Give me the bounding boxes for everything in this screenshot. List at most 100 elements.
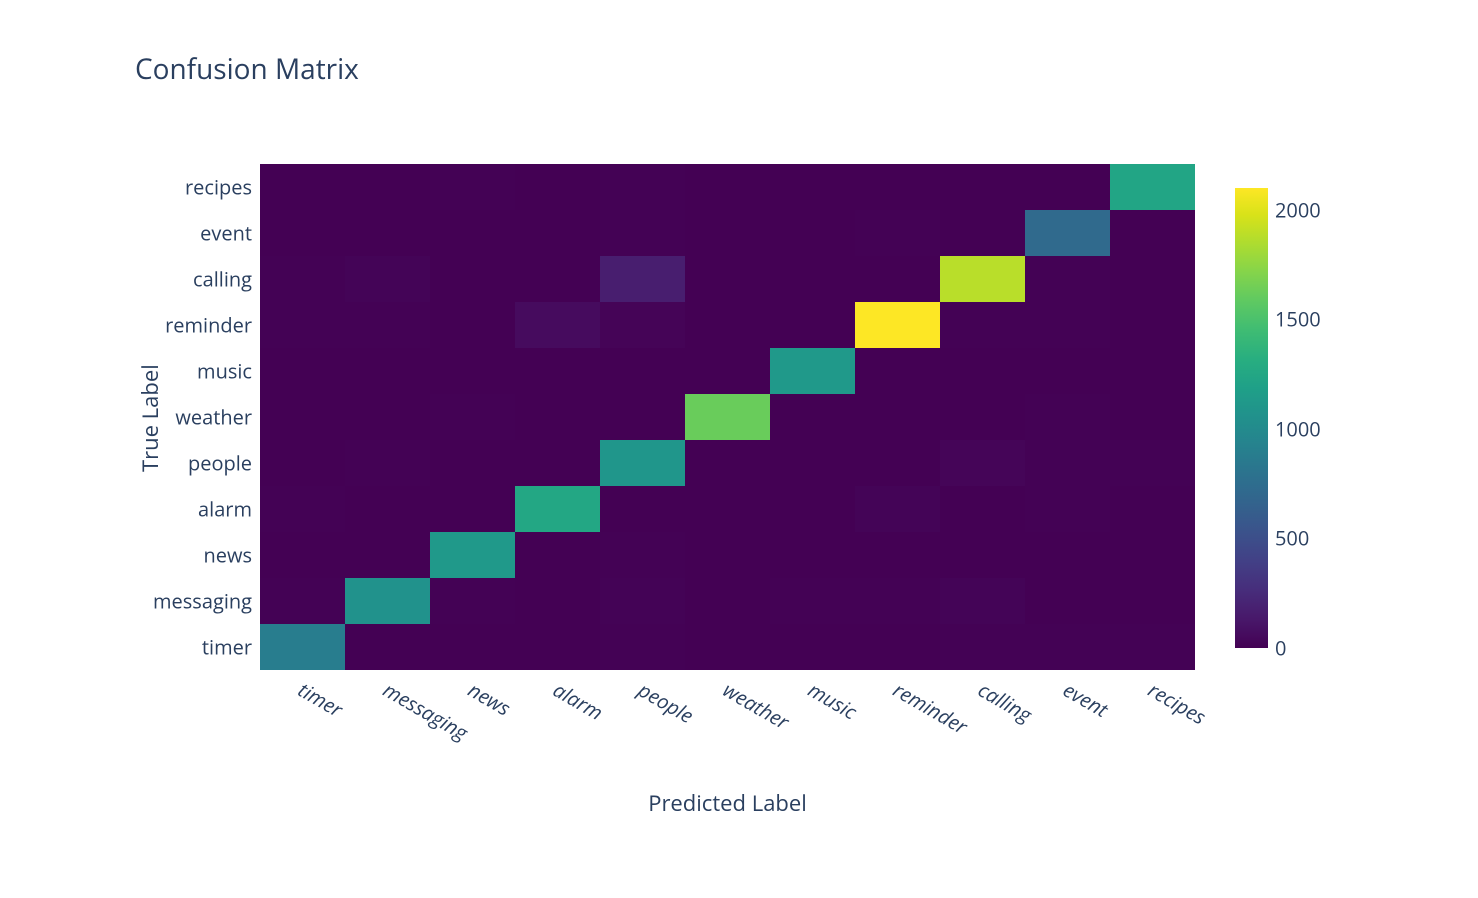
heatmap-cell[interactable] <box>600 624 685 670</box>
heatmap-cell[interactable] <box>345 578 430 624</box>
heatmap-cell[interactable] <box>1110 624 1195 670</box>
heatmap-cell[interactable] <box>940 578 1025 624</box>
heatmap-cell[interactable] <box>940 348 1025 394</box>
heatmap-cell[interactable] <box>345 302 430 348</box>
heatmap-cell[interactable] <box>600 348 685 394</box>
heatmap-cell[interactable] <box>430 578 515 624</box>
heatmap-cell[interactable] <box>260 348 345 394</box>
heatmap-cell[interactable] <box>345 394 430 440</box>
heatmap-plot-area[interactable] <box>260 164 1195 670</box>
heatmap-cell[interactable] <box>345 210 430 256</box>
heatmap-cell[interactable] <box>770 348 855 394</box>
heatmap-cell[interactable] <box>855 394 940 440</box>
heatmap-cell[interactable] <box>515 532 600 578</box>
heatmap-cell[interactable] <box>515 210 600 256</box>
heatmap-cell[interactable] <box>260 302 345 348</box>
heatmap-cell[interactable] <box>260 394 345 440</box>
heatmap-cell[interactable] <box>770 164 855 210</box>
heatmap-cell[interactable] <box>685 578 770 624</box>
heatmap-cell[interactable] <box>685 624 770 670</box>
heatmap-cell[interactable] <box>685 532 770 578</box>
heatmap-cell[interactable] <box>1025 486 1110 532</box>
heatmap-cell[interactable] <box>1110 348 1195 394</box>
heatmap-cell[interactable] <box>855 578 940 624</box>
heatmap-cell[interactable] <box>260 486 345 532</box>
heatmap-cell[interactable] <box>770 256 855 302</box>
heatmap-cell[interactable] <box>345 348 430 394</box>
heatmap-cell[interactable] <box>430 164 515 210</box>
heatmap-cell[interactable] <box>1025 302 1110 348</box>
heatmap-cell[interactable] <box>770 532 855 578</box>
heatmap-cell[interactable] <box>430 486 515 532</box>
heatmap-cell[interactable] <box>600 164 685 210</box>
heatmap-cell[interactable] <box>1110 532 1195 578</box>
heatmap-cell[interactable] <box>1025 164 1110 210</box>
heatmap-cell[interactable] <box>515 394 600 440</box>
heatmap-cell[interactable] <box>940 440 1025 486</box>
heatmap-cell[interactable] <box>940 532 1025 578</box>
heatmap-cell[interactable] <box>770 394 855 440</box>
heatmap-cell[interactable] <box>1110 394 1195 440</box>
heatmap-cell[interactable] <box>685 164 770 210</box>
heatmap-cell[interactable] <box>345 532 430 578</box>
heatmap-cell[interactable] <box>515 302 600 348</box>
heatmap-cell[interactable] <box>345 256 430 302</box>
heatmap-cell[interactable] <box>260 164 345 210</box>
heatmap-cell[interactable] <box>855 302 940 348</box>
heatmap-cell[interactable] <box>260 532 345 578</box>
heatmap-cell[interactable] <box>1025 440 1110 486</box>
heatmap-cell[interactable] <box>345 440 430 486</box>
heatmap-cell[interactable] <box>600 302 685 348</box>
heatmap-cell[interactable] <box>855 256 940 302</box>
heatmap-cell[interactable] <box>260 256 345 302</box>
heatmap-cell[interactable] <box>855 440 940 486</box>
heatmap-cell[interactable] <box>345 486 430 532</box>
heatmap-cell[interactable] <box>855 486 940 532</box>
heatmap-cell[interactable] <box>515 486 600 532</box>
heatmap-cell[interactable] <box>1110 256 1195 302</box>
heatmap-cell[interactable] <box>1110 486 1195 532</box>
heatmap-cell[interactable] <box>685 394 770 440</box>
heatmap-cell[interactable] <box>600 256 685 302</box>
heatmap-cell[interactable] <box>430 532 515 578</box>
heatmap-cell[interactable] <box>770 486 855 532</box>
heatmap-cell[interactable] <box>1025 348 1110 394</box>
heatmap-cell[interactable] <box>770 440 855 486</box>
heatmap-cell[interactable] <box>515 624 600 670</box>
heatmap-cell[interactable] <box>685 440 770 486</box>
heatmap-cell[interactable] <box>600 440 685 486</box>
heatmap-cell[interactable] <box>685 256 770 302</box>
heatmap-cell[interactable] <box>685 348 770 394</box>
heatmap-cell[interactable] <box>430 624 515 670</box>
heatmap-cell[interactable] <box>1025 624 1110 670</box>
heatmap-cell[interactable] <box>345 624 430 670</box>
heatmap-cell[interactable] <box>940 624 1025 670</box>
heatmap-cell[interactable] <box>855 210 940 256</box>
heatmap-cell[interactable] <box>855 348 940 394</box>
heatmap-cell[interactable] <box>1025 210 1110 256</box>
heatmap-cell[interactable] <box>600 486 685 532</box>
heatmap-cell[interactable] <box>430 302 515 348</box>
heatmap-cell[interactable] <box>515 164 600 210</box>
heatmap-cell[interactable] <box>1110 440 1195 486</box>
heatmap-cell[interactable] <box>600 210 685 256</box>
heatmap-cell[interactable] <box>430 256 515 302</box>
heatmap-cell[interactable] <box>940 210 1025 256</box>
heatmap-cell[interactable] <box>1025 532 1110 578</box>
heatmap-cell[interactable] <box>600 532 685 578</box>
heatmap-cell[interactable] <box>430 394 515 440</box>
heatmap-cell[interactable] <box>855 164 940 210</box>
heatmap-cell[interactable] <box>345 164 430 210</box>
heatmap-cell[interactable] <box>515 348 600 394</box>
heatmap-cell[interactable] <box>515 256 600 302</box>
heatmap-cell[interactable] <box>260 440 345 486</box>
heatmap-cell[interactable] <box>1025 578 1110 624</box>
colorbar[interactable] <box>1235 188 1268 648</box>
heatmap-cell[interactable] <box>685 210 770 256</box>
heatmap-cell[interactable] <box>685 302 770 348</box>
heatmap-cell[interactable] <box>260 624 345 670</box>
heatmap-cell[interactable] <box>600 394 685 440</box>
heatmap-cell[interactable] <box>430 210 515 256</box>
heatmap-cell[interactable] <box>1110 302 1195 348</box>
heatmap-cell[interactable] <box>1110 578 1195 624</box>
